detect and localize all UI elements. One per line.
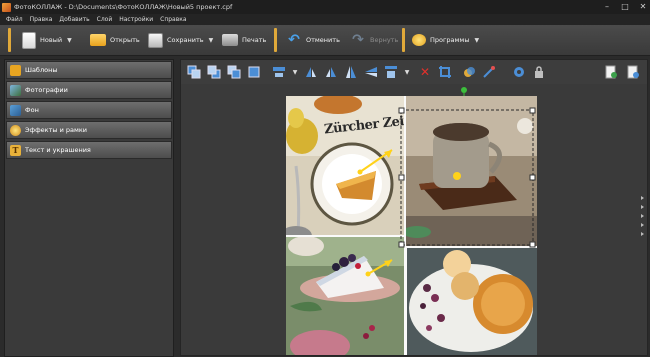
sidebar-item-effects[interactable]: Эффекты и рамки bbox=[6, 121, 172, 139]
menu-file[interactable]: Файл bbox=[6, 16, 23, 23]
rotate-right-icon[interactable] bbox=[323, 64, 339, 80]
app-logo-icon bbox=[2, 2, 11, 12]
title-bar: ФотоКОЛЛАЖ - D:\Documents\ФотоКОЛЛАЖ\Нов… bbox=[0, 0, 650, 14]
star-icon bbox=[10, 64, 21, 76]
chevron-down-icon[interactable]: ▼ bbox=[399, 64, 415, 80]
open-button[interactable]: Открыть bbox=[90, 29, 140, 51]
redo-button[interactable]: ↷ Вернуть bbox=[350, 29, 398, 51]
flip-horizontal-icon[interactable] bbox=[363, 64, 379, 80]
scroll-marker bbox=[641, 196, 644, 200]
distribute-icon[interactable] bbox=[383, 64, 399, 80]
flip-vertical-icon[interactable] bbox=[343, 64, 359, 80]
print-button[interactable]: Печать bbox=[222, 29, 266, 51]
left-sidebar: Шаблоны Фотографии Фон Эффекты и рамки T… bbox=[4, 59, 174, 357]
redo-arrow-icon: ↷ bbox=[352, 32, 364, 48]
menu-layer[interactable]: Слой bbox=[97, 16, 113, 23]
programs-label: Программы bbox=[430, 36, 470, 44]
align-icon[interactable] bbox=[271, 64, 287, 80]
sidebar-item-label: Фон bbox=[25, 106, 39, 114]
scroll-marker bbox=[641, 214, 644, 218]
send-to-back-icon[interactable] bbox=[246, 64, 262, 80]
bring-forward-icon[interactable] bbox=[206, 64, 222, 80]
sidebar-item-label: Текст и украшения bbox=[25, 146, 91, 154]
delete-icon[interactable]: ✕ bbox=[417, 64, 433, 80]
text-icon: T bbox=[10, 144, 21, 156]
effects-icon bbox=[10, 124, 21, 136]
magic-wand-icon[interactable] bbox=[481, 64, 497, 80]
programs-icon bbox=[412, 34, 426, 46]
color-effects-icon[interactable] bbox=[461, 64, 477, 80]
menu-settings[interactable]: Настройки bbox=[119, 16, 153, 23]
scroll-markers bbox=[641, 196, 644, 241]
folder-icon bbox=[90, 34, 106, 46]
sidebar-item-text[interactable]: T Текст и украшения bbox=[6, 141, 172, 159]
undo-button[interactable]: ↶ Отменить bbox=[286, 29, 340, 51]
menu-add[interactable]: Добавить bbox=[59, 16, 89, 23]
rotate-left-icon[interactable] bbox=[303, 64, 319, 80]
menu-bar: Файл Правка Добавить Слой Настройки Спра… bbox=[0, 14, 650, 25]
sidebar-item-label: Эффекты и рамки bbox=[25, 126, 88, 134]
scroll-marker bbox=[641, 223, 644, 227]
toolbar-separator bbox=[402, 28, 405, 52]
new-label: Новый bbox=[40, 36, 63, 44]
editing-toolbar: ▼ ▼ ✕ bbox=[180, 59, 648, 85]
gear-icon[interactable] bbox=[511, 64, 527, 80]
window-title: ФотоКОЛЛАЖ - D:\Documents\ФотоКОЛЛАЖ\Нов… bbox=[14, 3, 233, 11]
save-button[interactable]: Сохранить ▼ bbox=[148, 29, 213, 51]
main-toolbar: Новый ▼ Открыть Сохранить ▼ Печать ↶ Отм… bbox=[0, 25, 650, 56]
crop-icon[interactable] bbox=[437, 64, 453, 80]
chevron-down-icon[interactable]: ▼ bbox=[209, 37, 214, 44]
scroll-marker bbox=[641, 232, 644, 236]
new-button[interactable]: Новый ▼ bbox=[22, 29, 72, 51]
sidebar-item-photos[interactable]: Фотографии bbox=[6, 81, 172, 99]
open-label: Открыть bbox=[110, 36, 140, 44]
lock-icon[interactable] bbox=[531, 64, 547, 80]
selection-overlay bbox=[357, 107, 536, 277]
save-label: Сохранить bbox=[167, 36, 204, 44]
menu-help[interactable]: Справка bbox=[160, 16, 186, 23]
maximize-button[interactable]: □ bbox=[620, 1, 630, 11]
menu-edit[interactable]: Правка bbox=[30, 16, 53, 23]
sidebar-item-label: Фотографии bbox=[25, 86, 68, 94]
send-backward-icon[interactable] bbox=[226, 64, 242, 80]
close-button[interactable]: ✕ bbox=[638, 1, 648, 11]
photo-icon bbox=[10, 84, 21, 96]
print-label: Печать bbox=[242, 36, 267, 44]
programs-button[interactable]: Программы ▼ bbox=[412, 29, 479, 51]
sidebar-item-background[interactable]: Фон bbox=[6, 101, 172, 119]
redo-label: Вернуть bbox=[370, 36, 399, 44]
undo-arrow-icon: ↶ bbox=[288, 32, 300, 48]
sidebar-item-label: Шаблоны bbox=[25, 66, 58, 74]
background-icon bbox=[10, 104, 21, 116]
minimize-button[interactable]: – bbox=[602, 1, 612, 11]
save-disk-icon bbox=[148, 32, 163, 48]
page-settings-icon[interactable] bbox=[625, 64, 641, 80]
undo-label: Отменить bbox=[306, 36, 340, 44]
chevron-down-icon[interactable]: ▼ bbox=[474, 37, 479, 44]
new-document-icon bbox=[22, 31, 36, 49]
chevron-down-icon[interactable]: ▼ bbox=[287, 64, 303, 80]
toolbar-separator bbox=[274, 28, 277, 52]
sidebar-item-templates[interactable]: Шаблоны bbox=[6, 61, 172, 79]
collage-canvas[interactable]: Zürcher Zeit bbox=[286, 96, 537, 355]
add-page-icon[interactable] bbox=[603, 64, 619, 80]
printer-icon bbox=[222, 34, 238, 46]
bring-to-front-icon[interactable] bbox=[186, 64, 202, 80]
chevron-down-icon[interactable]: ▼ bbox=[67, 37, 72, 44]
toolbar-separator bbox=[8, 28, 11, 52]
scroll-marker bbox=[641, 205, 644, 209]
